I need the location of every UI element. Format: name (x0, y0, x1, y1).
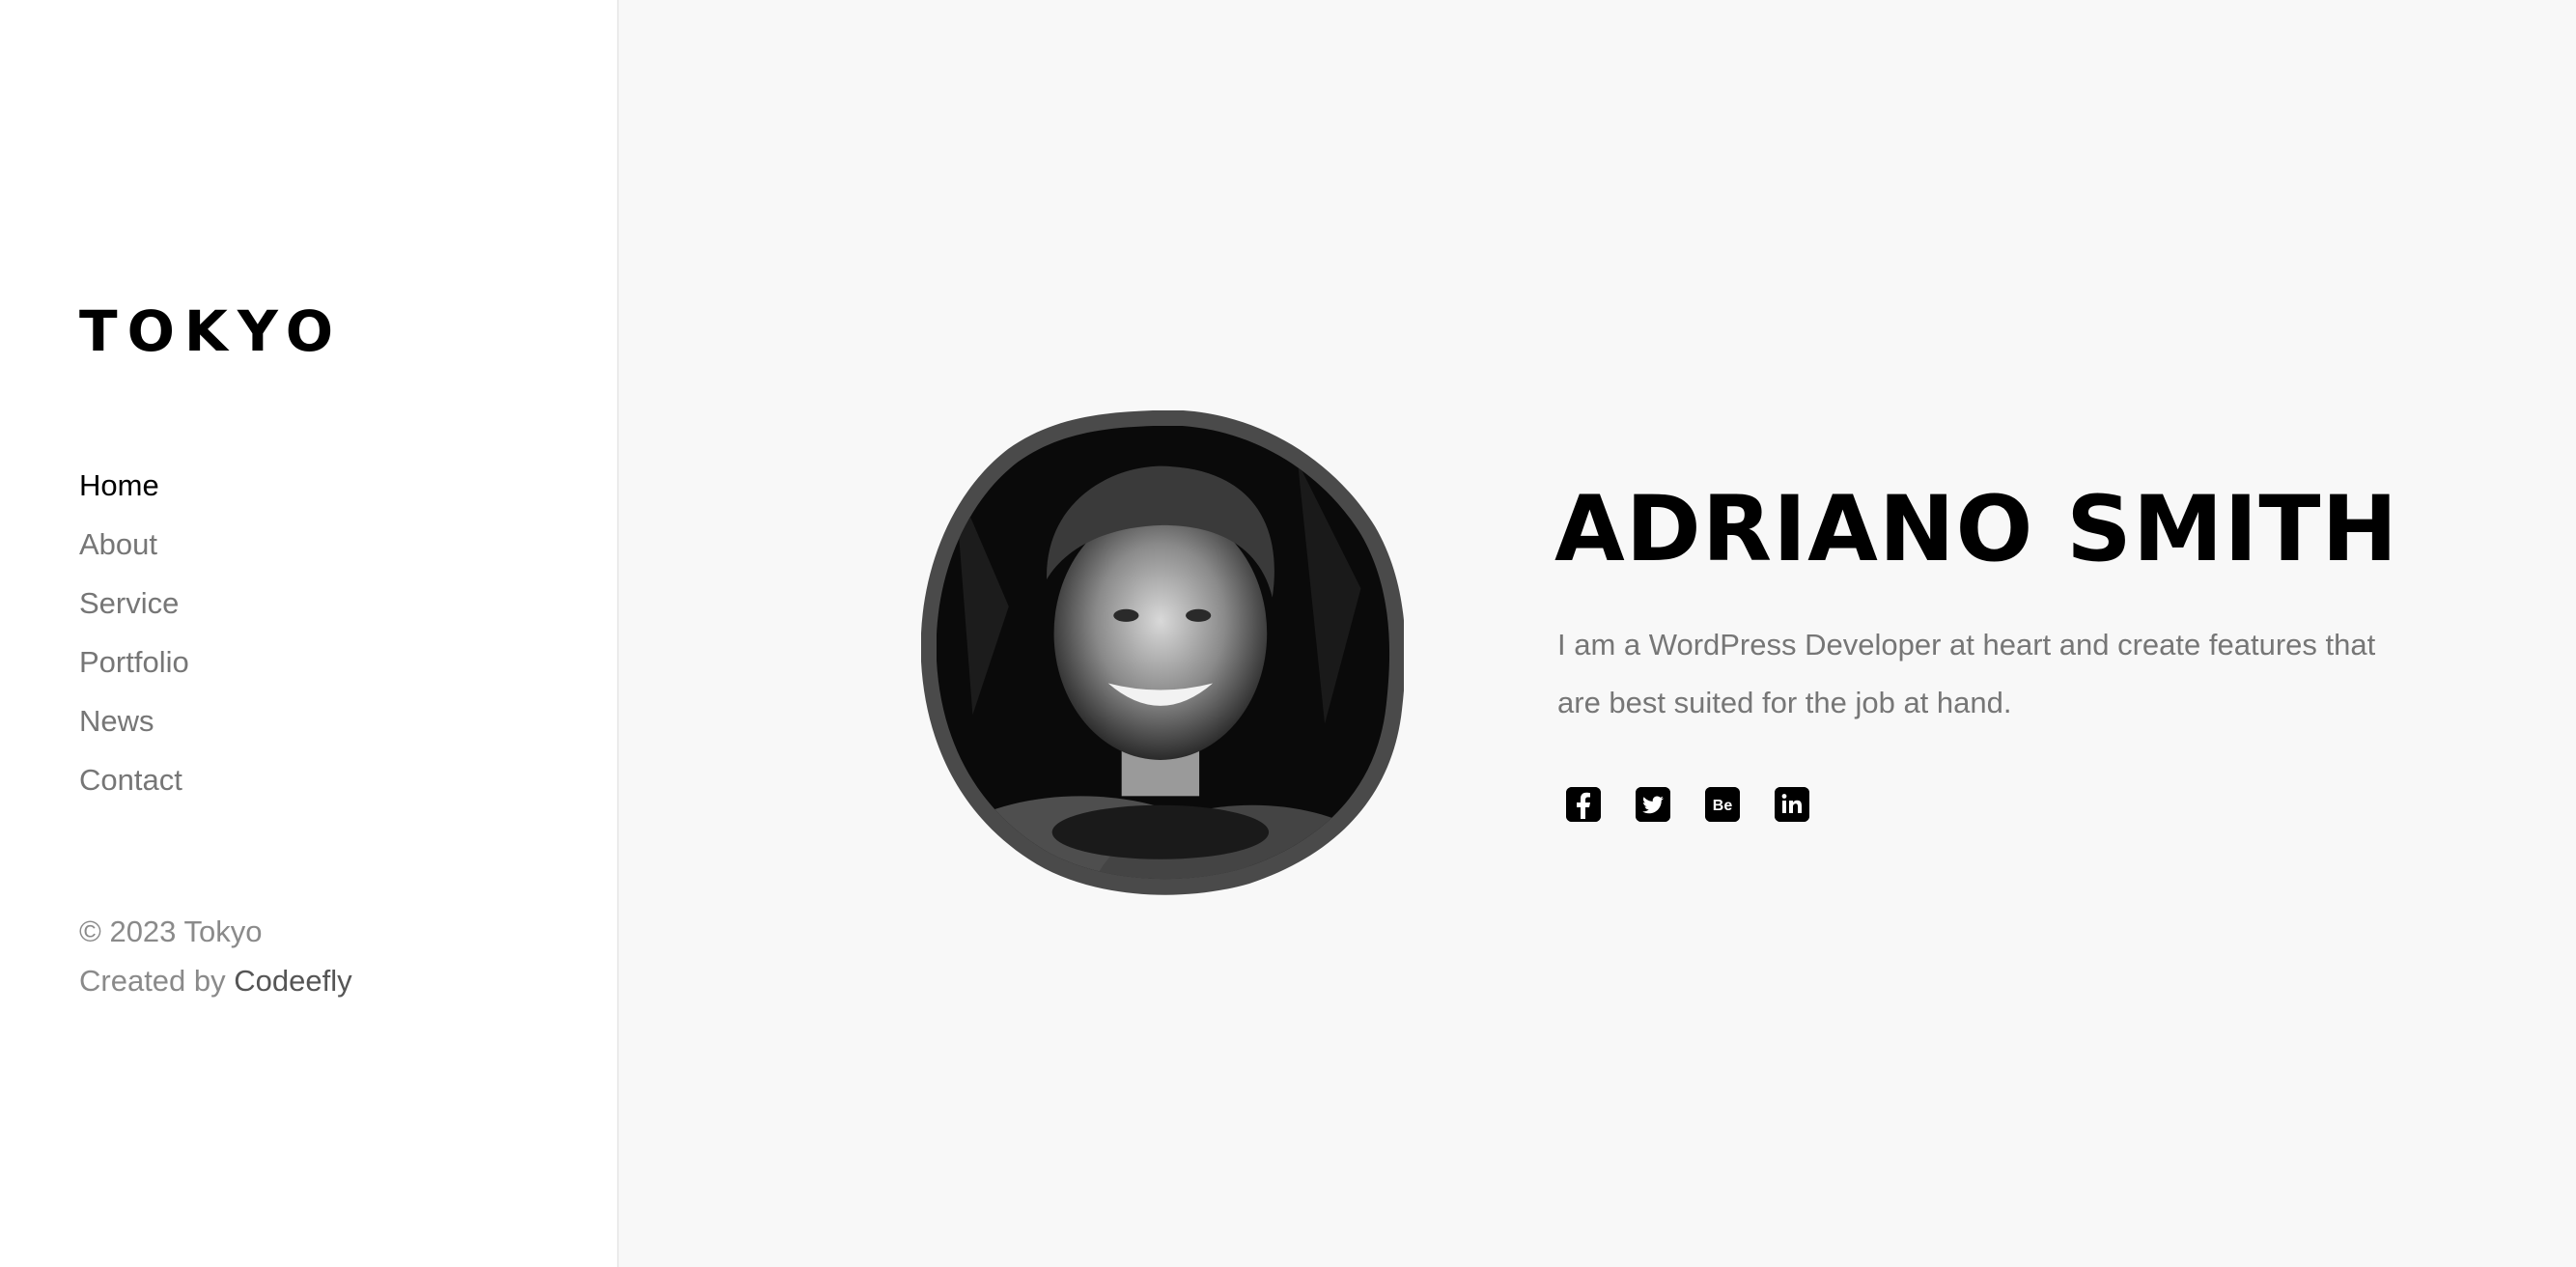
site-logo[interactable]: TOKYO (79, 303, 343, 359)
linkedin-icon[interactable] (1775, 787, 1809, 822)
avatar (921, 410, 1404, 895)
sidebar: TOKYO Home About Service Portfolio News … (0, 0, 619, 1267)
nav-item-service[interactable]: Service (79, 581, 189, 640)
credit-line: Created by Codeefly (79, 956, 352, 1005)
facebook-icon[interactable] (1566, 787, 1601, 822)
nav-item-home[interactable]: Home (79, 464, 189, 522)
main-nav: Home About Service Portfolio News Contac… (79, 464, 189, 817)
svg-text:Be: Be (1713, 798, 1733, 814)
twitter-icon[interactable] (1636, 787, 1670, 822)
hero-name: ADRIANO SMITH (1554, 477, 2399, 582)
behance-icon[interactable]: Be (1705, 787, 1740, 822)
nav-item-news[interactable]: News (79, 699, 189, 758)
copyright-block: © 2023 Tokyo Created by Codeefly (79, 907, 352, 1005)
nav-item-contact[interactable]: Contact (79, 758, 189, 817)
created-by-label: Created by (79, 964, 226, 998)
nav-item-portfolio[interactable]: Portfolio (79, 640, 189, 699)
author-link[interactable]: Codeefly (234, 964, 351, 998)
nav-item-about[interactable]: About (79, 522, 189, 581)
copyright-text: © 2023 Tokyo (79, 915, 263, 948)
hero-description: I am a WordPress Developer at heart and … (1557, 628, 2376, 719)
social-links: Be (1566, 787, 1809, 822)
